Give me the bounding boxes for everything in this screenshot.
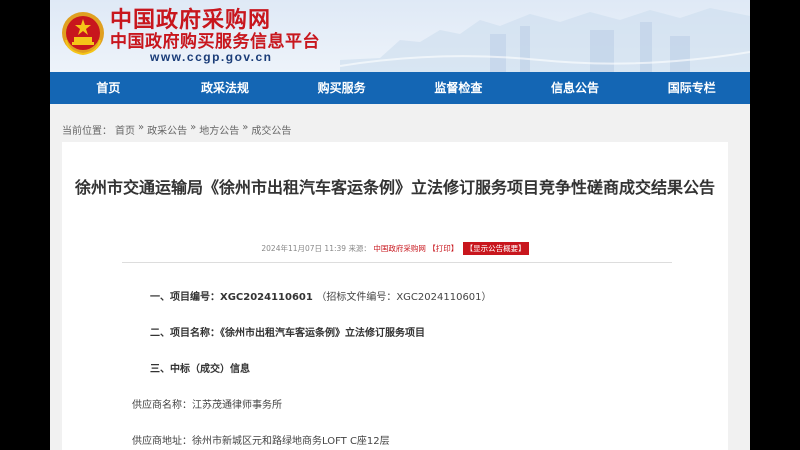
supplier-name: 江苏茂通律师事务所	[192, 400, 282, 411]
breadcrumb-procurement[interactable]: 政采公告	[147, 122, 187, 137]
article-title: 徐州市交通运输局《徐州市出租汽车客运条例》立法修订服务项目竞争性磋商成交结果公告	[74, 178, 715, 197]
supplier-name-row: 供应商名称：江苏茂通律师事务所	[132, 396, 282, 411]
field-label: 供应商地址：	[132, 436, 192, 447]
main-nav: 首页 政采法规 购买服务 监督检查 信息公告 国际专栏	[50, 72, 750, 104]
breadcrumb-home[interactable]: 首页	[115, 122, 135, 137]
project-number-value: XGC2024110601	[220, 292, 313, 303]
nav-item-announcements[interactable]: 信息公告	[517, 72, 634, 104]
breadcrumb-separator: »	[190, 122, 197, 133]
section-label: 二、项目名称：	[150, 328, 220, 339]
section-label: 一、项目编号：	[150, 292, 220, 303]
logo-url-text: www.ccgp.gov.cn	[150, 50, 273, 64]
print-button[interactable]: 【打印】	[428, 244, 458, 253]
meta-source-label: 来源：	[348, 244, 371, 253]
nav-item-supervision[interactable]: 监督检查	[400, 72, 517, 104]
nav-item-purchase-services[interactable]: 购买服务	[283, 72, 400, 104]
supplier-address: 徐州市新城区元和路绿地商务LOFT C座12层	[192, 436, 390, 447]
page: 中国政府采购网 中国政府购买服务信息平台 www.ccgp.gov.cn 首页 …	[50, 0, 750, 450]
meta-source-link[interactable]: 中国政府采购网	[373, 244, 426, 253]
breadcrumb-local[interactable]: 地方公告	[199, 122, 239, 137]
article-meta: 2024年11月07日 11:39 来源： 中国政府采购网 【打印】 【显示公告…	[62, 242, 728, 255]
header-background-art	[340, 8, 750, 72]
divider	[122, 262, 672, 263]
logo-main-text: 中国政府采购网	[110, 7, 272, 33]
project-name-value: 《徐州市出租汽车客运条例》立法修订服务项目	[220, 328, 425, 339]
nav-item-home[interactable]: 首页	[50, 72, 167, 104]
breadcrumb: 当前位置： 首页 » 政采公告 » 地方公告 » 成交公告	[62, 122, 291, 137]
nav-item-regulations[interactable]: 政采法规	[167, 72, 284, 104]
site-header: 中国政府采购网 中国政府购买服务信息平台 www.ccgp.gov.cn	[50, 0, 750, 72]
nav-item-international[interactable]: 国际专栏	[633, 72, 750, 104]
article-panel: 徐州市交通运输局《徐州市出租汽车客运条例》立法修订服务项目竞争性磋商成交结果公告…	[62, 142, 728, 450]
section-project-number: 一、项目编号：XGC2024110601 （招标文件编号：XGC20241106…	[150, 288, 492, 303]
supplier-address-row: 供应商地址：徐州市新城区元和路绿地商务LOFT C座12层	[132, 432, 390, 447]
breadcrumb-separator: »	[242, 122, 249, 133]
breadcrumb-separator: »	[138, 122, 145, 133]
site-logo[interactable]: 中国政府采购网 中国政府购买服务信息平台	[110, 8, 320, 52]
breadcrumb-deal[interactable]: 成交公告	[251, 122, 291, 137]
tender-doc-number: （招标文件编号：XGC2024110601）	[316, 292, 492, 303]
logo-sub-text: 中国政府购买服务信息平台	[110, 32, 320, 52]
national-emblem-icon	[62, 12, 104, 56]
breadcrumb-prefix: 当前位置：	[62, 126, 112, 137]
section-project-name: 二、项目名称：《徐州市出租汽车客运条例》立法修订服务项目	[150, 324, 425, 339]
field-label: 供应商名称：	[132, 400, 192, 411]
show-summary-button[interactable]: 【显示公告概要】	[462, 242, 529, 255]
meta-date: 2024年11月07日 11:39	[261, 244, 347, 253]
section-award-info: 三、中标（成交）信息	[150, 364, 250, 375]
